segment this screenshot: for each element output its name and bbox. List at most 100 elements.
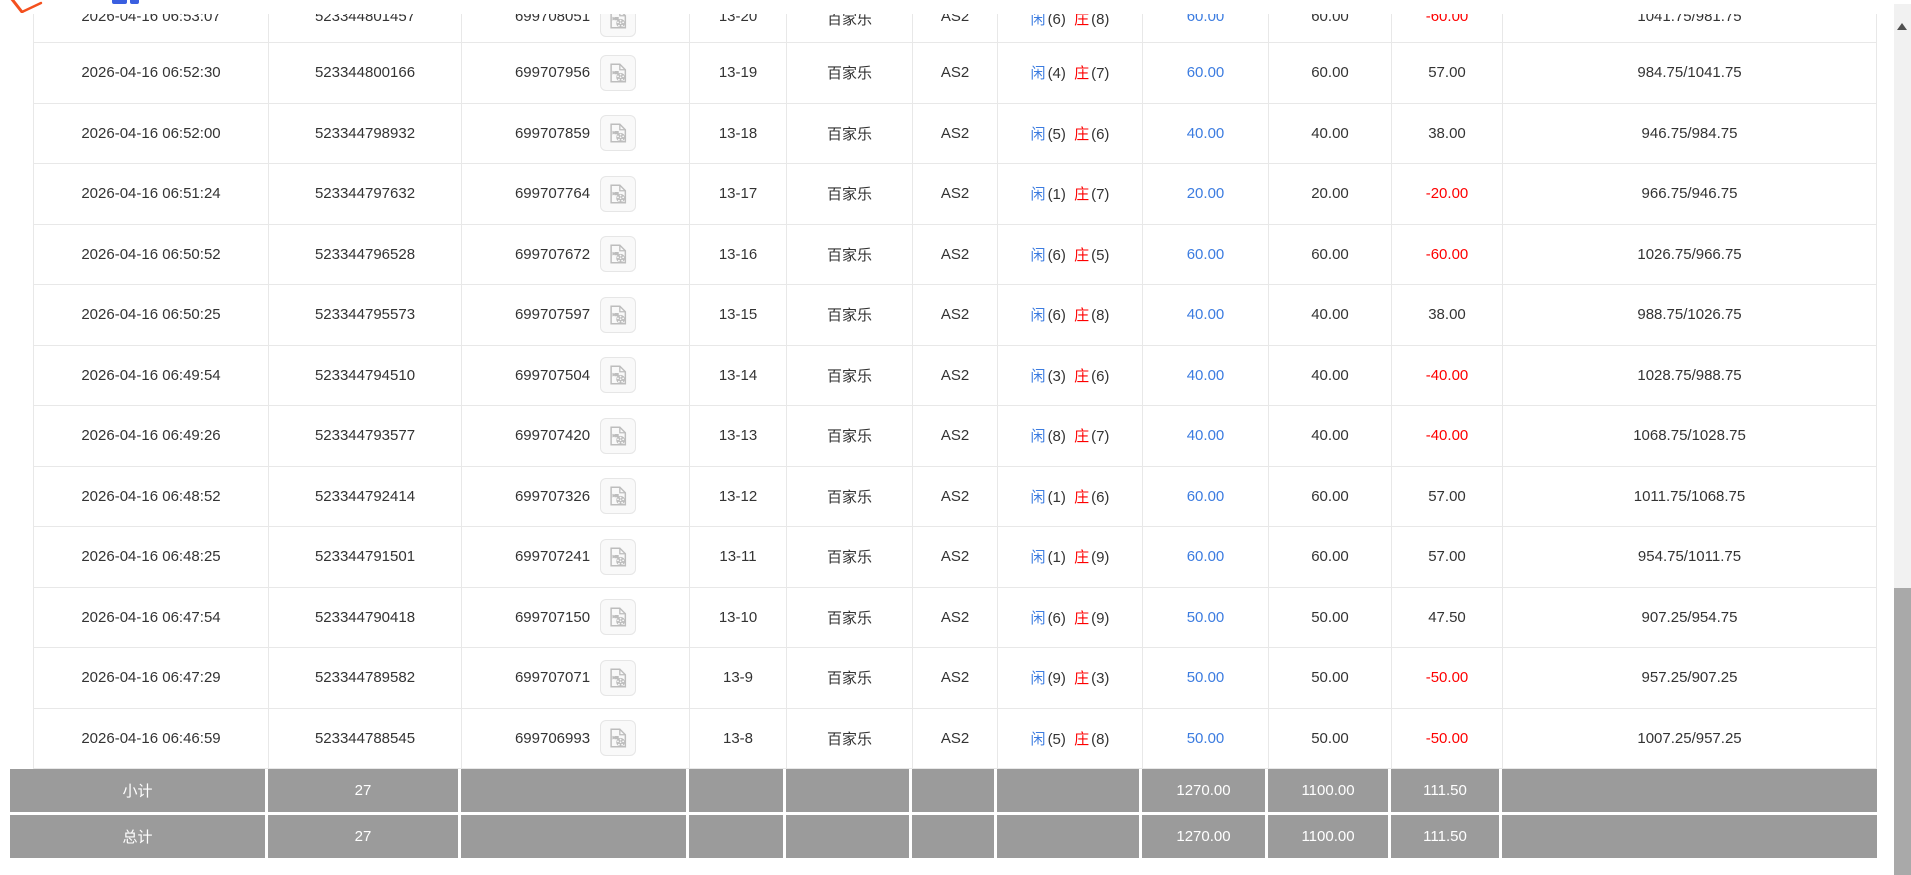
scrollbar-track[interactable] bbox=[1894, 4, 1911, 875]
export-blue-icon[interactable] bbox=[112, 0, 127, 4]
game-result: 闲(5) 庄(8) bbox=[1030, 728, 1111, 749]
round-cell: 13-16 bbox=[690, 225, 787, 285]
order-no-cell: 523344789582 bbox=[269, 648, 462, 708]
table-name: AS2 bbox=[941, 246, 969, 263]
balance-cell: 954.75/1011.75 bbox=[1503, 527, 1877, 587]
win-loss-amount: 57.00 bbox=[1428, 548, 1466, 565]
balance-before-after: 1026.75/966.75 bbox=[1637, 246, 1741, 263]
game-type-cell: 百家乐 bbox=[787, 406, 913, 466]
round-cell: 13-14 bbox=[690, 346, 787, 406]
order-no-cell: 523344793577 bbox=[269, 406, 462, 466]
win-loss-amount: -50.00 bbox=[1426, 730, 1469, 747]
video-replay-icon bbox=[607, 122, 629, 144]
bet-amount: 60.00 bbox=[1187, 246, 1225, 263]
valid-amount: 40.00 bbox=[1311, 125, 1349, 142]
video-replay-button[interactable] bbox=[600, 660, 636, 696]
video-replay-button[interactable] bbox=[600, 176, 636, 212]
table-name-cell: AS2 bbox=[913, 285, 998, 345]
bet-amount: 60.00 bbox=[1187, 548, 1225, 565]
scroll-up-button[interactable] bbox=[1894, 4, 1911, 38]
table-row: 2026-04-16 06:47:54 523344790418 6997071… bbox=[34, 588, 1877, 649]
video-replay-button[interactable] bbox=[600, 599, 636, 635]
video-replay-icon bbox=[607, 606, 629, 628]
bet-amount-cell: 60.00 bbox=[1143, 527, 1269, 587]
video-replay-button[interactable] bbox=[600, 115, 636, 151]
balance-before-after: 946.75/984.75 bbox=[1642, 125, 1738, 142]
table-row: 2026-04-16 06:53:07 523344801457 6997080… bbox=[34, 14, 1877, 43]
order-no: 523344792414 bbox=[315, 488, 415, 505]
valid-amount: 60.00 bbox=[1311, 488, 1349, 505]
bet-amount-cell: 40.00 bbox=[1143, 406, 1269, 466]
bet-amount-cell: 20.00 bbox=[1143, 164, 1269, 224]
order-no: 523344798932 bbox=[315, 125, 415, 142]
result-cell: 闲(5) 庄(8) bbox=[998, 709, 1143, 769]
bet-amount: 50.00 bbox=[1187, 669, 1225, 686]
video-replay-button[interactable] bbox=[600, 236, 636, 272]
scrollbar-thumb[interactable] bbox=[1894, 588, 1911, 875]
video-replay-button[interactable] bbox=[600, 14, 636, 37]
table-name-cell: AS2 bbox=[913, 346, 998, 406]
round-no: 13-10 bbox=[719, 609, 757, 626]
bet-amount: 40.00 bbox=[1187, 427, 1225, 444]
valid-amount-cell: 40.00 bbox=[1269, 406, 1392, 466]
table-name-cell: AS2 bbox=[913, 467, 998, 527]
round-cell: 13-15 bbox=[690, 285, 787, 345]
video-replay-button[interactable] bbox=[600, 418, 636, 454]
game-type-cell: 百家乐 bbox=[787, 709, 913, 769]
valid-amount: 60.00 bbox=[1311, 14, 1349, 25]
round-no: 13-16 bbox=[719, 246, 757, 263]
win-loss-cell: 57.00 bbox=[1392, 43, 1503, 103]
video-replay-button[interactable] bbox=[600, 478, 636, 514]
round-cell: 13-18 bbox=[690, 104, 787, 164]
game-type-cell: 百家乐 bbox=[787, 285, 913, 345]
round-no: 13-9 bbox=[723, 669, 753, 686]
bet-amount: 40.00 bbox=[1187, 367, 1225, 384]
valid-amount-cell: 50.00 bbox=[1269, 588, 1392, 648]
game-type: 百家乐 bbox=[827, 607, 872, 628]
video-replay-button[interactable] bbox=[600, 357, 636, 393]
win-loss-cell: -50.00 bbox=[1392, 648, 1503, 708]
order-no: 523344801457 bbox=[315, 14, 415, 25]
win-loss-amount: 57.00 bbox=[1428, 488, 1466, 505]
export-orange-icon[interactable] bbox=[6, 0, 46, 13]
bet-time: 2026-04-16 06:47:54 bbox=[81, 609, 220, 626]
bet-amount: 20.00 bbox=[1187, 185, 1225, 202]
result-cell: 闲(9) 庄(3) bbox=[998, 648, 1143, 708]
win-loss-cell: 38.00 bbox=[1392, 285, 1503, 345]
game-type-cell: 百家乐 bbox=[787, 225, 913, 285]
table-row: 2026-04-16 06:47:29 523344789582 6997070… bbox=[34, 648, 1877, 709]
valid-amount-cell: 40.00 bbox=[1269, 285, 1392, 345]
order-no-cell: 523344795573 bbox=[269, 285, 462, 345]
valid-amount-cell: 60.00 bbox=[1269, 527, 1392, 587]
balance-cell: 984.75/1041.75 bbox=[1503, 43, 1877, 103]
game-type-cell: 百家乐 bbox=[787, 467, 913, 527]
export-blue-icon-part bbox=[130, 0, 139, 4]
total-label: 总计 bbox=[10, 815, 268, 858]
round-cell: 13-12 bbox=[690, 467, 787, 527]
bet-amount-cell: 50.00 bbox=[1143, 709, 1269, 769]
win-loss-amount: -50.00 bbox=[1426, 669, 1469, 686]
video-replay-button[interactable] bbox=[600, 55, 636, 91]
bet-amount: 60.00 bbox=[1187, 64, 1225, 81]
round-cell: 13-10 bbox=[690, 588, 787, 648]
order-no-cell: 523344794510 bbox=[269, 346, 462, 406]
game-type: 百家乐 bbox=[827, 304, 872, 325]
win-loss-amount: -60.00 bbox=[1426, 14, 1469, 25]
bet-time-cell: 2026-04-16 06:47:54 bbox=[34, 588, 269, 648]
total-bet: 1270.00 bbox=[1142, 815, 1268, 858]
result-cell: 闲(6) 庄(5) bbox=[998, 225, 1143, 285]
arrow-up-icon bbox=[1897, 23, 1907, 30]
win-loss-amount: 47.50 bbox=[1428, 609, 1466, 626]
total-valid: 1100.00 bbox=[1268, 815, 1391, 858]
video-replay-button[interactable] bbox=[600, 297, 636, 333]
video-replay-button[interactable] bbox=[600, 539, 636, 575]
order-no: 523344796528 bbox=[315, 246, 415, 263]
game-result: 闲(8) 庄(7) bbox=[1030, 425, 1111, 446]
balance-before-after: 1007.25/957.25 bbox=[1637, 730, 1741, 747]
video-replay-button[interactable] bbox=[600, 720, 636, 756]
order-no: 523344797632 bbox=[315, 185, 415, 202]
video-replay-icon bbox=[607, 243, 629, 265]
round-no: 13-15 bbox=[719, 306, 757, 323]
game-type-cell: 百家乐 bbox=[787, 527, 913, 587]
bet-time: 2026-04-16 06:52:00 bbox=[81, 125, 220, 142]
